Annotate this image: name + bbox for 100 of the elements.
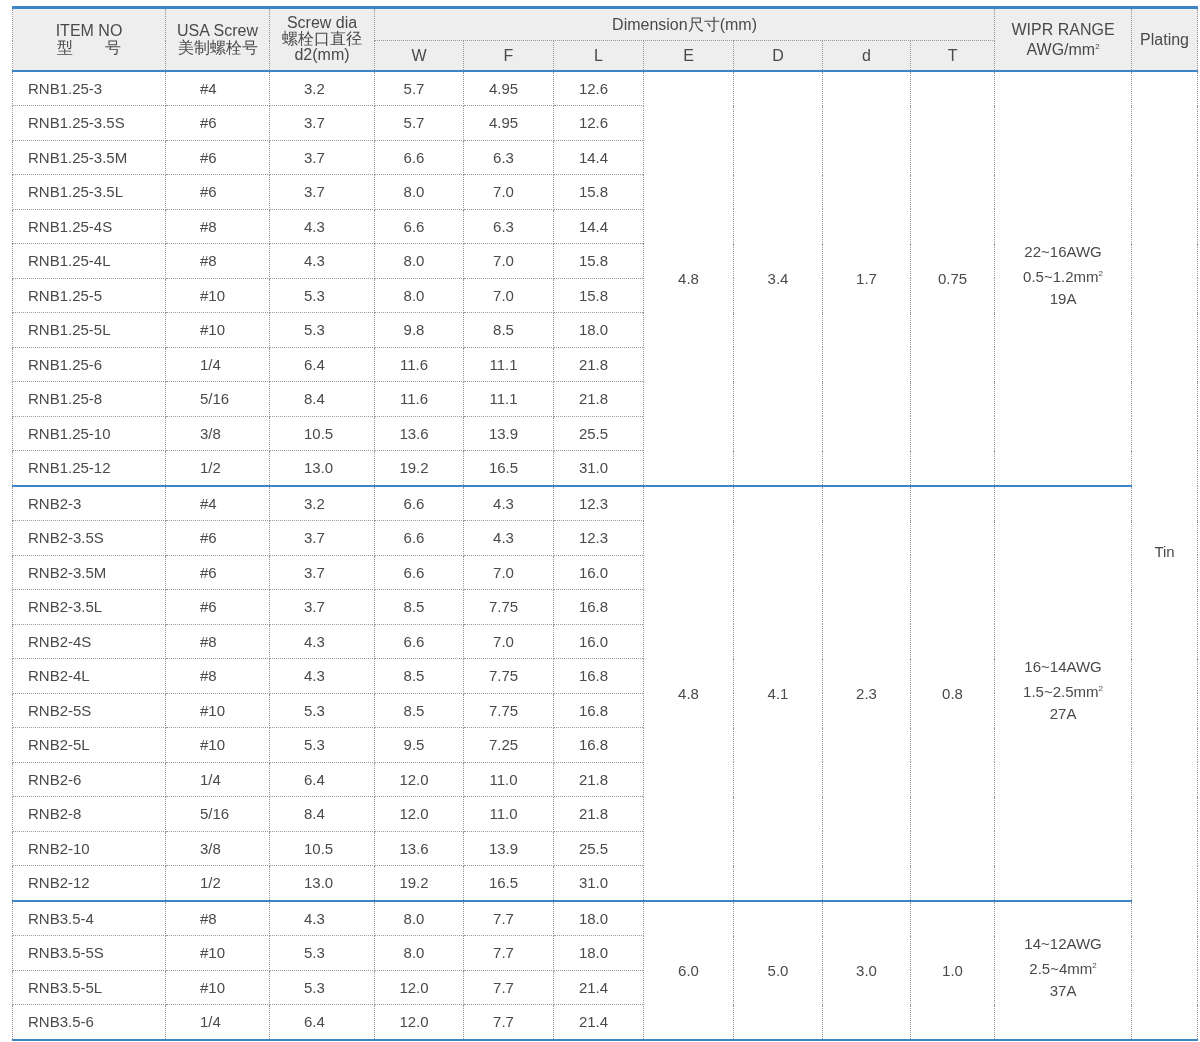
table-cell: 1/4 — [165, 347, 270, 382]
table-cell: 3.7 — [269, 174, 375, 209]
table-cell: 4.95 — [463, 105, 554, 140]
table-cell: RNB2-10 — [12, 831, 166, 866]
table-cell: 8.0 — [374, 278, 464, 313]
table-cell: 8.0 — [374, 243, 464, 278]
table-cell: 10.5 — [269, 831, 375, 866]
table-cell: 8.4 — [269, 381, 375, 416]
table-cell: #8 — [165, 900, 270, 936]
table-cell: #10 — [165, 693, 270, 728]
table-cell: 22~16AWG 0.5~1.2mm$^{2}$ 19A — [994, 70, 1132, 486]
table-cell: 8.5 — [374, 693, 464, 728]
table-cell: RNB1.25-5L — [12, 312, 166, 347]
table-cell: 7.7 — [463, 1004, 554, 1040]
table-cell: 6.4 — [269, 762, 375, 797]
table-cell: 8.0 — [374, 900, 464, 936]
table-cell: RNB2-4L — [12, 658, 166, 693]
column-header: WIPR RANGE AWG/mm$^{2}$ — [994, 7, 1132, 71]
table-cell: 13.6 — [374, 416, 464, 451]
column-group-header: Dimension尺寸(mm) — [374, 7, 995, 41]
table-cell: 4.3 — [463, 485, 554, 521]
table-cell: RNB1.25-4S — [12, 209, 166, 244]
table-cell: #8 — [165, 209, 270, 244]
table-cell: 6.6 — [374, 209, 464, 244]
column-header: d — [822, 40, 911, 71]
table-cell: 4.8 — [643, 485, 734, 901]
table-cell: 10.5 — [269, 416, 375, 451]
table-cell: 4.3 — [269, 243, 375, 278]
column-header: W — [374, 40, 464, 71]
table-cell: 7.0 — [463, 278, 554, 313]
table-cell: #6 — [165, 555, 270, 590]
table-cell: RNB1.25-3.5L — [12, 174, 166, 209]
table-cell: 5/16 — [165, 796, 270, 831]
table-cell: #4 — [165, 485, 270, 521]
column-header: ITEM NO 型 号 — [12, 7, 166, 71]
table-cell: RNB3.5-6 — [12, 1004, 166, 1040]
table-cell: RNB1.25-8 — [12, 381, 166, 416]
table-cell: 1.0 — [910, 900, 995, 1040]
table-cell: 6.3 — [463, 140, 554, 175]
table-cell: #8 — [165, 658, 270, 693]
table-cell: 1/4 — [165, 1004, 270, 1040]
table-cell: 11.1 — [463, 381, 554, 416]
table-cell: 7.0 — [463, 624, 554, 659]
table-cell: #6 — [165, 520, 270, 555]
column-header: Screw dia 螺栓口直径 d2(mm) — [269, 7, 375, 71]
table-cell: 7.0 — [463, 243, 554, 278]
table-cell: 6.6 — [374, 140, 464, 175]
column-header: T — [910, 40, 995, 71]
table-cell: 7.75 — [463, 693, 554, 728]
table-cell: RNB1.25-5 — [12, 278, 166, 313]
table-cell: 5.3 — [269, 312, 375, 347]
table-cell: 4.3 — [269, 209, 375, 244]
column-header: Plating — [1131, 7, 1198, 71]
table-cell: 3.7 — [269, 140, 375, 175]
table-cell: #4 — [165, 70, 270, 106]
table-cell: 7.7 — [463, 935, 554, 970]
table-cell: 3/8 — [165, 831, 270, 866]
table-cell: #6 — [165, 105, 270, 140]
column-header: F — [463, 40, 554, 71]
table-cell: RNB1.25-3.5S — [12, 105, 166, 140]
table-cell: RNB2-3.5L — [12, 589, 166, 624]
table-cell: RNB2-3 — [12, 485, 166, 521]
table-cell: 4.8 — [643, 70, 734, 486]
table-cell: Tin — [1131, 70, 1198, 1040]
table-cell: 12.0 — [374, 762, 464, 797]
table-cell: 7.0 — [463, 555, 554, 590]
table-cell: 5.7 — [374, 70, 464, 106]
table-cell: #6 — [165, 589, 270, 624]
table-cell: RNB3.5-5S — [12, 935, 166, 970]
table-cell: 3.2 — [269, 70, 375, 106]
table-cell: 3.7 — [269, 105, 375, 140]
table-cell: 12.0 — [374, 796, 464, 831]
table-cell: 6.6 — [374, 555, 464, 590]
table-cell: 6.6 — [374, 485, 464, 521]
column-header: L — [553, 40, 644, 71]
table-cell: RNB2-12 — [12, 865, 166, 901]
table-cell: 4.3 — [463, 520, 554, 555]
table-cell: RNB1.25-3 — [12, 70, 166, 106]
table-cell: 5.0 — [733, 900, 823, 1040]
table-cell: 5.7 — [374, 105, 464, 140]
table-cell: 12.0 — [374, 970, 464, 1005]
table-cell: 3.4 — [733, 70, 823, 486]
table-cell: 2.3 — [822, 485, 911, 901]
table-cell: 8.5 — [374, 658, 464, 693]
table-cell: 3.7 — [269, 589, 375, 624]
table-cell: 11.1 — [463, 347, 554, 382]
table-cell: 3.2 — [269, 485, 375, 521]
table-cell: #8 — [165, 624, 270, 659]
table-cell: 12.0 — [374, 1004, 464, 1040]
column-header: USA Screw 美制螺栓号 — [165, 7, 270, 71]
table-cell: 5.3 — [269, 935, 375, 970]
table-cell: 7.7 — [463, 900, 554, 936]
table-cell: #10 — [165, 970, 270, 1005]
column-header: E — [643, 40, 734, 71]
table-cell: 13.9 — [463, 831, 554, 866]
table-cell: 4.1 — [733, 485, 823, 901]
table-cell: 0.8 — [910, 485, 995, 901]
table-cell: 11.0 — [463, 796, 554, 831]
table-cell: RNB2-4S — [12, 624, 166, 659]
table-cell: #8 — [165, 243, 270, 278]
